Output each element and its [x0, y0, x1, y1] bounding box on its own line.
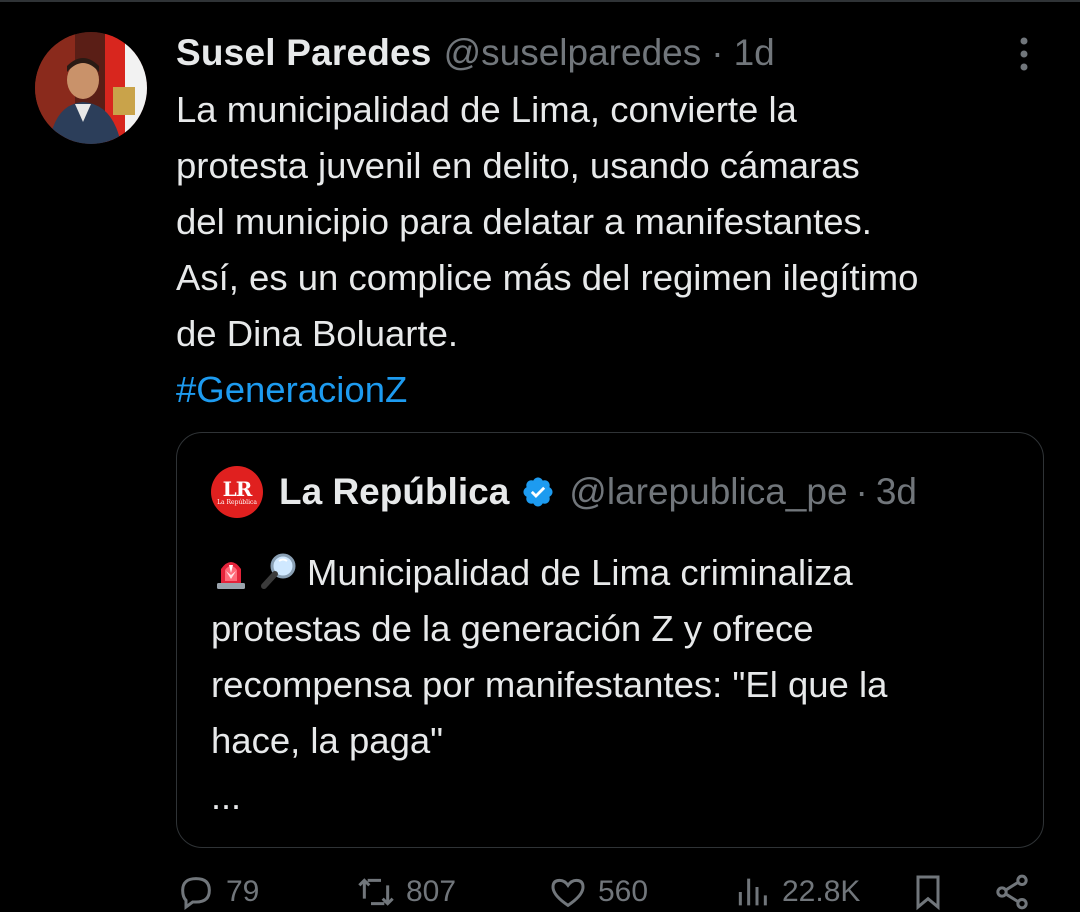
avatar[interactable]	[35, 32, 147, 144]
verified-badge-icon	[521, 475, 555, 509]
like-icon	[551, 878, 585, 908]
like-button[interactable]: 560	[548, 872, 648, 912]
quoted-text-line: protestas de la generación Z y ofrece	[211, 608, 814, 649]
hashtag-link[interactable]: #GeneracionZ	[176, 362, 1056, 418]
quoted-author-name[interactable]: La República	[279, 471, 509, 513]
tweet-text-line: del municipio para delatar a manifestant…	[176, 201, 872, 242]
bookmark-icon	[916, 875, 940, 911]
views-count: 22.8K	[782, 875, 861, 908]
repost-button[interactable]: 807	[356, 872, 456, 912]
truncation-ellipsis: ...	[211, 776, 242, 817]
tweet-action-bar: 79 807 560 22.8K	[176, 872, 1044, 912]
more-options-button[interactable]	[1004, 34, 1044, 74]
reply-count: 79	[226, 875, 260, 908]
tweet-body: La municipalidad de Lima, convierte la p…	[176, 82, 1056, 418]
avatar-image	[35, 32, 147, 144]
quoted-text-line: hace, la paga"	[211, 720, 444, 761]
quoted-text-line: recompensa por manifestantes: "El que la	[211, 664, 888, 705]
tweet-text-line: Así, es un complice más del regimen ileg…	[176, 257, 919, 298]
author-handle[interactable]: @suselparedes	[444, 32, 702, 74]
views-icon	[738, 878, 767, 906]
more-vertical-icon	[1020, 37, 1028, 71]
magnifying-glass-emoji	[259, 551, 299, 591]
quoted-tweet-card[interactable]: LR La República La República @larepublic…	[176, 432, 1044, 848]
tweet-text-line: de Dina Boluarte.	[176, 313, 459, 354]
quoted-text-line-1: Municipalidad de Lima criminaliza	[307, 552, 853, 593]
share-icon	[996, 874, 1028, 910]
logo-subtext: La República	[217, 498, 257, 506]
reply-button[interactable]: 79	[176, 872, 259, 912]
quoted-tweet-header: LR La República La República @larepublic…	[211, 466, 917, 518]
tweet-timestamp[interactable]: 1d	[734, 32, 775, 74]
rotating-light-emoji	[211, 551, 251, 591]
quoted-text-line: Municipalidad de Lima criminaliza	[211, 545, 1031, 601]
quoted-tweet-body: Municipalidad de Lima criminaliza protes…	[211, 545, 1031, 769]
logo-text: LR	[222, 476, 253, 501]
quoted-tweet-timestamp[interactable]: 3d	[876, 471, 917, 513]
tweet-text-line: protesta juvenil en delito, usando cámar…	[176, 145, 860, 186]
tweet-text-line: La municipalidad de Lima, convierte la	[176, 89, 797, 130]
tweet-header: Susel Paredes @suselparedes · 1d	[176, 28, 775, 78]
views-button[interactable]: 22.8K	[732, 872, 860, 912]
like-count: 560	[598, 875, 649, 908]
separator-dot: ·	[711, 32, 724, 73]
top-divider	[0, 0, 1080, 2]
share-button[interactable]	[992, 872, 1042, 912]
separator-dot: ·	[855, 471, 868, 512]
bookmark-button[interactable]	[908, 872, 958, 912]
reply-icon	[181, 877, 211, 910]
quoted-author-handle[interactable]: @larepublica_pe	[569, 471, 847, 513]
repost-icon	[358, 878, 394, 906]
repost-count: 807	[406, 875, 457, 908]
quoted-author-avatar[interactable]: LR La República	[211, 466, 263, 518]
author-name[interactable]: Susel Paredes	[176, 32, 432, 74]
